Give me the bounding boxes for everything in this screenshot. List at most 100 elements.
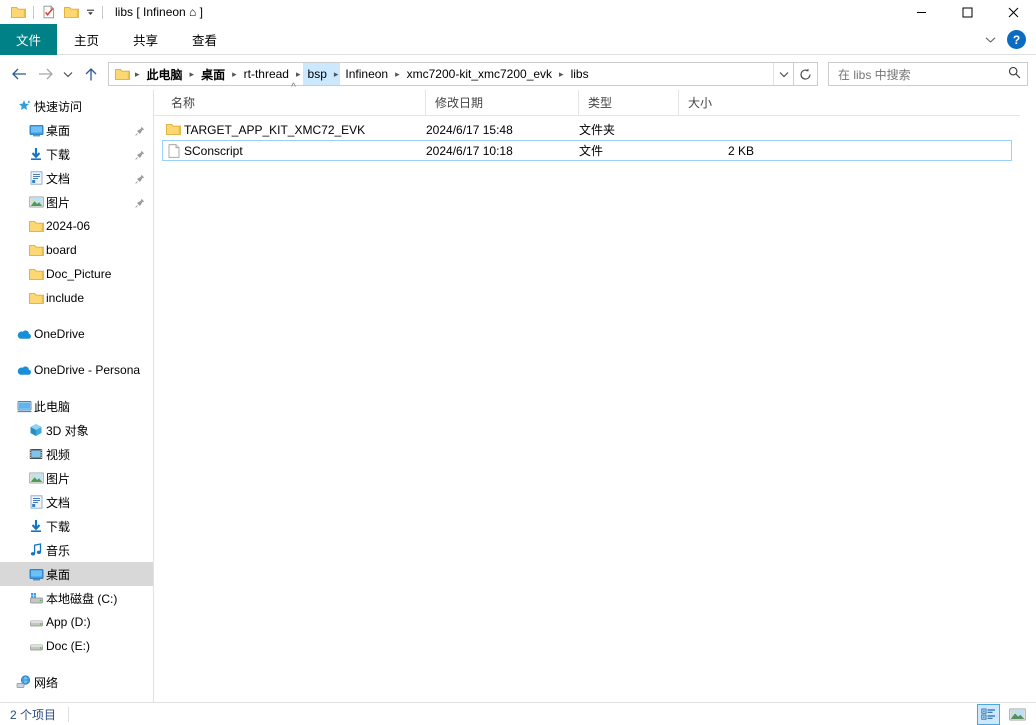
table-row[interactable]: TARGET_APP_KIT_XMC72_EVK 2024/6/17 15:48… xyxy=(162,119,1012,140)
search-placeholder: 在 libs 中搜索 xyxy=(838,66,1008,83)
sidebar-spacer-2 xyxy=(0,346,153,358)
this-pc-icon xyxy=(14,400,34,413)
folder-icon xyxy=(26,244,46,257)
pin-icon[interactable] xyxy=(135,197,145,211)
breadcrumb-chevron-icon-4[interactable]: ▸ xyxy=(332,63,341,85)
sidebar-item-desktop-qa[interactable]: 桌面 xyxy=(0,118,153,142)
sidebar-item-label: 2024-06 xyxy=(46,219,90,233)
sidebar-item-pictures[interactable]: 图片 xyxy=(0,466,153,490)
up-button[interactable] xyxy=(78,61,104,87)
chevron-down-icon[interactable] xyxy=(979,27,1001,53)
breadcrumb-chevron-icon-5[interactable]: ▸ xyxy=(393,63,402,85)
breadcrumb-chevron-icon-1[interactable]: ▸ xyxy=(188,63,197,85)
tab-file[interactable]: 文件 xyxy=(0,24,57,55)
sidebar-item-pictures-qa[interactable]: 图片 xyxy=(0,190,153,214)
sidebar-item-doc-e[interactable]: Doc (E:) xyxy=(0,634,153,658)
back-button[interactable] xyxy=(6,61,32,87)
window-controls xyxy=(898,0,1036,24)
cell-date: 2024/6/17 10:18 xyxy=(425,141,578,160)
sidebar-group-this-pc[interactable]: 此电脑 xyxy=(0,394,153,418)
sidebar-item-downloads-qa[interactable]: 下载 xyxy=(0,142,153,166)
breadcrumb-item-6[interactable]: libs xyxy=(566,63,594,85)
breadcrumb-item-3[interactable]: bsp xyxy=(303,63,332,85)
new-folder-icon[interactable] xyxy=(60,1,82,23)
table-row[interactable]: SConscript 2024/6/17 10:18 文件 2 KB xyxy=(162,140,1012,161)
recent-locations-button[interactable] xyxy=(58,61,78,87)
file-list-pane[interactable]: ^ 名称 修改日期 类型 大小 xyxy=(154,90,1020,702)
folder-icon xyxy=(26,220,46,233)
pin-icon[interactable] xyxy=(135,125,145,139)
explorer-body: 快速访问 桌面 xyxy=(0,89,1036,702)
sidebar-item-label: OneDrive - Persona xyxy=(34,363,140,377)
sidebar-item-music[interactable]: 音乐 xyxy=(0,538,153,562)
sidebar-item-desktop[interactable]: 桌面 xyxy=(0,562,153,586)
sidebar-group-quick-access[interactable]: 快速访问 xyxy=(0,94,153,118)
breadcrumb-item-5[interactable]: xmc7200-kit_xmc7200_evk xyxy=(402,63,557,85)
sidebar-spacer-1 xyxy=(0,310,153,322)
sidebar-item-3d-objects[interactable]: 3D 对象 xyxy=(0,418,153,442)
sidebar-item-2024-06[interactable]: 2024-06 xyxy=(0,214,153,238)
sidebar-item-onedrive-personal[interactable]: OneDrive - Persona xyxy=(0,358,153,382)
address-dropdown-icon[interactable] xyxy=(773,63,793,85)
sidebar-item-board[interactable]: board xyxy=(0,238,153,262)
sidebar-item-documents-qa[interactable]: 文档 xyxy=(0,166,153,190)
customize-caret-icon[interactable] xyxy=(82,1,98,23)
sidebar-item-local-disk-c[interactable]: 本地磁盘 (C:) xyxy=(0,586,153,610)
pin-icon[interactable] xyxy=(135,173,145,187)
tab-view[interactable]: 查看 xyxy=(175,24,234,55)
navigation-pane[interactable]: 快速访问 桌面 xyxy=(0,90,154,702)
search-icon[interactable] xyxy=(1008,66,1021,82)
close-button[interactable] xyxy=(990,0,1036,24)
view-toggle-group xyxy=(977,704,1029,725)
sidebar-item-doc-picture[interactable]: Doc_Picture xyxy=(0,262,153,286)
help-button[interactable]: ? xyxy=(1007,30,1026,49)
sidebar-item-label: 桌面 xyxy=(46,122,70,139)
sidebar-item-label: board xyxy=(46,243,77,257)
pin-icon[interactable] xyxy=(135,149,145,163)
tab-share[interactable]: 共享 xyxy=(116,24,175,55)
column-header-name[interactable]: ^ 名称 xyxy=(162,90,425,115)
forward-button[interactable] xyxy=(32,61,58,87)
videos-icon xyxy=(26,448,46,460)
sidebar-item-network[interactable]: 网络 xyxy=(0,670,153,694)
sidebar-item-documents[interactable]: 文档 xyxy=(0,490,153,514)
column-header-label: 修改日期 xyxy=(435,94,483,111)
sidebar-item-label: 桌面 xyxy=(46,566,70,583)
sidebar-item-label: 本地磁盘 (C:) xyxy=(46,590,117,607)
sidebar-item-label: App (D:) xyxy=(46,615,91,629)
refresh-button[interactable] xyxy=(794,62,818,86)
sidebar-item-onedrive[interactable]: OneDrive xyxy=(0,322,153,346)
breadcrumb-item-4[interactable]: Infineon xyxy=(340,63,393,85)
breadcrumb-item-2[interactable]: rt-thread xyxy=(239,63,294,85)
sidebar-item-label: Doc (E:) xyxy=(46,639,90,653)
search-input[interactable]: 在 libs 中搜索 xyxy=(828,62,1028,86)
sidebar-item-downloads[interactable]: 下载 xyxy=(0,514,153,538)
quick-access-toolbar xyxy=(0,0,107,24)
column-header-type[interactable]: 类型 xyxy=(578,90,678,115)
pictures-icon xyxy=(26,472,46,484)
maximize-button[interactable] xyxy=(944,0,990,24)
file-icon xyxy=(163,144,184,158)
drive-icon xyxy=(26,640,46,653)
properties-icon[interactable] xyxy=(38,1,60,23)
details-view-button[interactable] xyxy=(977,704,1000,725)
breadcrumb-item-1[interactable]: 桌面 xyxy=(196,63,230,85)
breadcrumb-chevron-icon-2[interactable]: ▸ xyxy=(230,63,239,85)
minimize-button[interactable] xyxy=(898,0,944,24)
vertical-scrollbar[interactable] xyxy=(1020,90,1036,702)
column-header-size[interactable]: 大小 xyxy=(678,90,763,115)
sidebar-group-label: 此电脑 xyxy=(34,398,70,415)
sidebar-item-app-d[interactable]: App (D:) xyxy=(0,610,153,634)
breadcrumb-folder-icon xyxy=(111,68,133,81)
sidebar-item-videos[interactable]: 视频 xyxy=(0,442,153,466)
sidebar-item-include[interactable]: include xyxy=(0,286,153,310)
downloads-icon xyxy=(26,147,46,161)
cell-size xyxy=(678,120,763,139)
breadcrumb-item-0[interactable]: 此电脑 xyxy=(142,63,188,85)
large-icons-view-button[interactable] xyxy=(1006,704,1029,725)
folder-icon[interactable] xyxy=(7,1,29,23)
tab-home[interactable]: 主页 xyxy=(57,24,116,55)
breadcrumb-chevron-icon-6[interactable]: ▸ xyxy=(557,63,566,85)
column-header-date[interactable]: 修改日期 xyxy=(425,90,578,115)
toolbar-separator xyxy=(33,6,34,19)
